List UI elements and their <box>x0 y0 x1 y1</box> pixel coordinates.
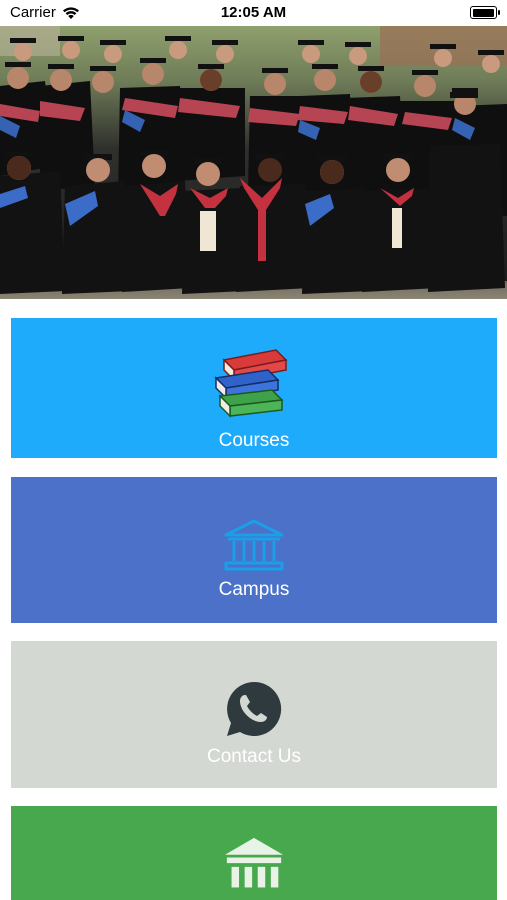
status-bar: Carrier 12:05 AM <box>0 0 507 26</box>
courses-tile[interactable]: Courses <box>11 318 497 458</box>
hero-image <box>0 26 507 299</box>
books-icon <box>214 349 288 418</box>
campus-label: Campus <box>218 579 290 600</box>
contact-label: Contact Us <box>207 746 301 767</box>
institution-tile[interactable] <box>11 806 497 900</box>
campus-tile[interactable]: Campus <box>11 477 497 623</box>
institution-icon <box>225 837 283 888</box>
building-icon <box>224 519 284 571</box>
contact-tile[interactable]: Contact Us <box>11 641 497 788</box>
whatsapp-icon <box>227 681 282 736</box>
courses-label: Courses <box>218 430 290 451</box>
battery-icon <box>470 6 500 19</box>
battery-level <box>472 8 494 17</box>
status-time: 12:05 AM <box>220 4 287 21</box>
graduation-group-photo <box>0 26 507 299</box>
